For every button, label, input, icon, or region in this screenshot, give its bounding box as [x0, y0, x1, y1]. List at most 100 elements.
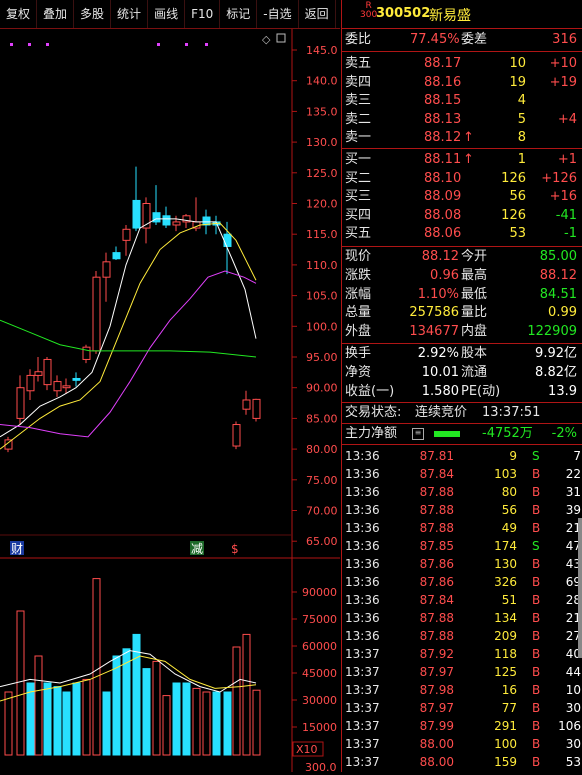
tick-side: B: [532, 629, 541, 643]
quote-label: 现价: [345, 249, 372, 264]
stock-header: R 300 300502 新易盛: [342, 0, 582, 29]
price-tick-label: 145.0: [306, 44, 338, 57]
quote-value: 257586: [409, 305, 459, 321]
quote-label: 最高: [461, 267, 488, 283]
bid-change: -41: [555, 207, 577, 223]
candle-body: [252, 398, 261, 419]
volume-bar: [53, 686, 62, 756]
price-axis: 145.0 140.0 135.0 130.0 125.0 120.0 115.0 110.0…: [292, 44, 338, 548]
tick-side: B: [532, 521, 541, 535]
price-tick-label: 110.0: [306, 259, 338, 272]
tick-time: 13:36: [345, 557, 380, 571]
bid-row: 买四 88.08 126 -41: [342, 207, 582, 225]
square-icon[interactable]: [276, 33, 286, 43]
ma60-line: [0, 319, 257, 358]
tick-count: 30: [565, 737, 581, 751]
volume-bar: [162, 695, 171, 756]
tick-volume: 77: [501, 701, 517, 715]
tick-row: 13:36 87.88 56 B 39: [342, 501, 582, 519]
price-tick-label: 115.0: [306, 228, 338, 241]
tick-price: 88.00: [419, 737, 454, 751]
kline-svg[interactable]: ◇ 145.0 140.0 135.0 130.0 125.0 120.0 115.0 110…: [0, 29, 340, 774]
candle-body: [223, 233, 232, 247]
sep: [342, 402, 582, 403]
volume-bar: [152, 660, 161, 756]
tick-row: 13:36 87.81 9 S 7: [342, 447, 582, 465]
tick-scrollbar[interactable]: [578, 518, 582, 658]
toolbar-button-diejia[interactable]: 叠加: [37, 0, 75, 28]
tick-row: 13:37 87.97 125 B 44: [342, 663, 582, 681]
ask-label: 卖二: [345, 111, 372, 127]
main-force-row: 主力净额 ≡ -4752万 -2%: [345, 426, 577, 441]
tick-time: 13:37: [345, 701, 380, 715]
fin-label: 收益(一): [345, 384, 395, 399]
ask-volume: 19: [509, 74, 526, 90]
market-badge: R 300: [360, 1, 378, 20]
jian-marker[interactable]: 减: [191, 542, 203, 556]
tick-volume: 118: [494, 647, 517, 661]
candle-body: [26, 374, 35, 392]
quote-value: 84.51: [539, 286, 577, 302]
tick-side: S: [532, 449, 540, 463]
bid-change: -1: [564, 226, 577, 241]
stock-code[interactable]: 300502: [376, 6, 430, 21]
candle-body: [112, 252, 121, 260]
quote-label: 涨幅: [345, 286, 372, 302]
fin-row: 净资 10.01 流通 8.82亿: [342, 364, 582, 382]
toolbar-button-fanhui[interactable]: 返回: [299, 0, 336, 28]
toolbar-button-f10[interactable]: F10: [185, 0, 221, 28]
tick-volume: 159: [494, 755, 517, 769]
fin-value: 8.82亿: [535, 365, 577, 380]
volume-bar: [172, 682, 181, 756]
tick-count: 22: [565, 467, 581, 481]
price-tick-label: 135.0: [306, 105, 338, 118]
toolbar-button-biaoji[interactable]: 标记: [220, 0, 258, 28]
toolbar-button-tongji[interactable]: 统计: [111, 0, 149, 28]
tick-side: B: [532, 719, 541, 733]
bid-row: 买五 88.06 53 -1: [342, 225, 582, 243]
tick-time: 13:37: [345, 737, 380, 751]
tick-side: B: [532, 503, 541, 517]
ask-row: 卖三 88.15 4: [342, 92, 582, 110]
volume-bar: [182, 682, 191, 756]
bid-volume: 56: [509, 189, 526, 204]
volume-bar: [202, 691, 211, 756]
tick-row: 13:36 87.88 209 B 27: [342, 627, 582, 645]
cai-marker[interactable]: 财: [11, 542, 23, 556]
ask-price: 88.15: [424, 93, 462, 108]
tick-price: 87.86: [419, 575, 454, 589]
price-tick-label: 125.0: [306, 167, 338, 180]
toolbar-button-huaxian[interactable]: 画线: [148, 0, 186, 28]
fin-label: 股本: [461, 346, 488, 361]
tick-time: 13:36: [345, 611, 380, 625]
toolbar-button-duogu[interactable]: 多股: [74, 0, 112, 28]
s-marker[interactable]: $: [231, 542, 239, 556]
price-tick-label: 70.00: [306, 505, 338, 518]
tick-time: 13:36: [345, 539, 380, 553]
volume-tick-label: 30000: [302, 694, 337, 707]
event-dot: [10, 43, 13, 46]
diamond-icon[interactable]: ◇: [262, 33, 271, 46]
tick-price: 87.81: [419, 449, 454, 463]
tick-volume: 103: [494, 467, 517, 481]
toolbar-button-zixuan[interactable]: -自选: [257, 0, 299, 28]
list-icon[interactable]: ≡: [412, 428, 424, 440]
quote-label: 外盘: [345, 324, 372, 340]
volume-bar: [26, 682, 35, 756]
fin-value: 13.9: [548, 384, 577, 399]
ask-label: 卖四: [345, 74, 372, 90]
bid-label: 买一: [345, 152, 372, 167]
tick-side: B: [532, 701, 541, 715]
tick-side: B: [532, 683, 541, 697]
toolbar-button-fuquan[interactable]: 复权: [0, 0, 38, 28]
stock-name[interactable]: 新易盛: [429, 5, 471, 25]
volume-bar: [192, 687, 201, 756]
tick-side: B: [532, 737, 541, 751]
kline-chart[interactable]: ◇ 145.0 140.0 135.0 130.0 125.0 120.0 115.0 110…: [0, 29, 340, 774]
ask-row: 卖五 88.17 10 +10: [342, 55, 582, 73]
volume-bar: [4, 691, 13, 756]
sep: [342, 51, 582, 52]
event-dot: [157, 43, 160, 46]
quote-label: 最低: [461, 286, 488, 302]
ask-volume: 4: [517, 93, 526, 108]
